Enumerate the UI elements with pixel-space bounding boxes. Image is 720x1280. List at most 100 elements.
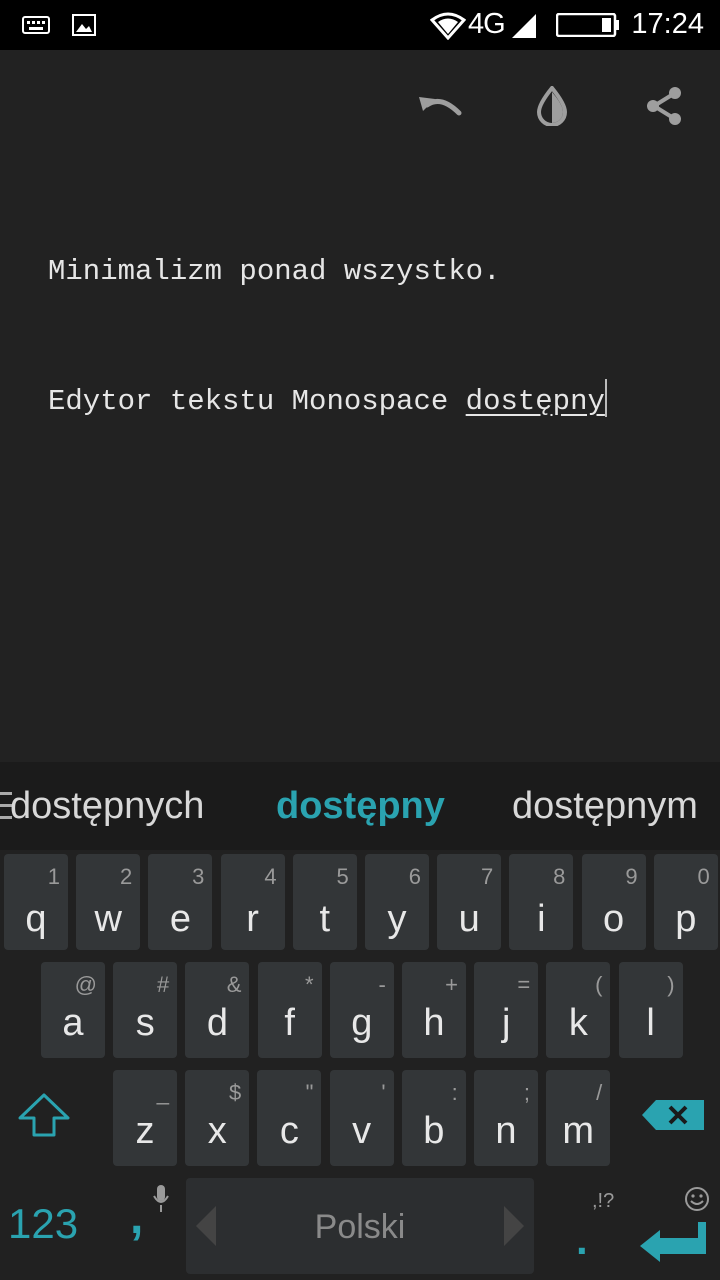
enter-icon bbox=[638, 1222, 710, 1266]
key-x[interactable]: $ x bbox=[185, 1070, 250, 1166]
key-hint: 1 bbox=[47, 864, 60, 889]
shift-key[interactable] bbox=[16, 1092, 80, 1152]
key-u[interactable]: 7u bbox=[437, 854, 502, 950]
key-hint: _ bbox=[156, 1080, 169, 1105]
key-label: i bbox=[537, 898, 546, 940]
key-c[interactable]: " c bbox=[257, 1070, 322, 1166]
key-label: p bbox=[675, 898, 697, 940]
key-label: c bbox=[279, 1110, 299, 1152]
symbols-key[interactable]: 123 bbox=[8, 1200, 78, 1248]
key-hint: 5 bbox=[336, 864, 349, 889]
key-label: q bbox=[25, 898, 47, 940]
key-label: m bbox=[562, 1110, 595, 1152]
key-t[interactable]: 5t bbox=[292, 854, 357, 950]
key-b[interactable]: :b bbox=[401, 1070, 466, 1166]
key-label: x bbox=[207, 1110, 227, 1152]
suggestion-right[interactable]: dostępnym bbox=[512, 762, 698, 850]
key-m[interactable]: / m bbox=[546, 1070, 611, 1166]
key-hint: 6 bbox=[408, 864, 421, 889]
enter-key[interactable] bbox=[638, 1220, 710, 1266]
battery-icon bbox=[555, 12, 620, 42]
soft-keyboard: 1q2w3e4r5t6y7u8i9o0p @ a # s & d * f - g + h = j(k) l … bbox=[0, 850, 720, 1280]
theme-contrast-icon bbox=[535, 84, 569, 131]
share-icon bbox=[644, 85, 684, 132]
key-label: l bbox=[646, 1002, 655, 1044]
comma-key[interactable]: , bbox=[120, 1180, 176, 1260]
key-n[interactable]: ; n bbox=[474, 1070, 538, 1166]
clock: 17:24 bbox=[631, 8, 704, 40]
suggestion-strip: dostępnych dostępny dostępnym bbox=[0, 762, 720, 850]
key-hint: = bbox=[517, 972, 531, 997]
emoji-icon[interactable] bbox=[684, 1186, 710, 1217]
key-f[interactable]: * f bbox=[257, 962, 322, 1058]
key-hint: / bbox=[596, 1080, 603, 1105]
key-label: b bbox=[423, 1110, 445, 1152]
key-j[interactable]: = j bbox=[474, 962, 539, 1058]
key-hint: ; bbox=[523, 1080, 530, 1105]
key-hint: 2 bbox=[119, 864, 133, 889]
text-cursor bbox=[604, 379, 607, 417]
key-label: n bbox=[495, 1110, 517, 1152]
key-label: f bbox=[284, 1002, 295, 1044]
key-g[interactable]: -g bbox=[329, 962, 394, 1058]
key-hint: " bbox=[305, 1080, 314, 1105]
key-label: g bbox=[351, 1002, 373, 1044]
key-label: j bbox=[501, 1002, 511, 1044]
key-i[interactable]: 8i bbox=[509, 854, 574, 950]
key-hint: 0 bbox=[697, 864, 710, 889]
language-right-arrow-icon bbox=[504, 1206, 526, 1251]
period-key[interactable]: ,!? . bbox=[554, 1180, 620, 1270]
key-a[interactable]: @ a bbox=[41, 962, 105, 1058]
key-hint: ) bbox=[667, 972, 675, 997]
key-label: d bbox=[206, 1002, 228, 1044]
key-label: z bbox=[135, 1110, 155, 1152]
key-o[interactable]: 9o bbox=[581, 854, 646, 950]
key-hint: + bbox=[445, 972, 458, 997]
key-hint: 3 bbox=[192, 864, 205, 889]
network-type: 4G bbox=[468, 8, 506, 40]
key-label: k bbox=[568, 1002, 588, 1044]
suggestion-left[interactable]: dostępnych bbox=[10, 762, 204, 850]
key-y[interactable]: 6y bbox=[365, 854, 429, 950]
key-hint: @ bbox=[74, 972, 97, 997]
keyboard-notification-icon bbox=[22, 16, 50, 39]
key-k[interactable]: (k bbox=[546, 962, 611, 1058]
undo-button[interactable] bbox=[412, 80, 468, 136]
key-v[interactable]: ' v bbox=[329, 1070, 394, 1166]
key-h[interactable]: + h bbox=[402, 962, 466, 1058]
image-notification-icon bbox=[72, 14, 96, 41]
period-hint: ,!? bbox=[592, 1190, 615, 1212]
key-l[interactable]: ) l bbox=[618, 962, 683, 1058]
key-hint: 9 bbox=[625, 864, 638, 889]
key-e[interactable]: 3e bbox=[148, 854, 213, 950]
signal-icon bbox=[510, 12, 538, 45]
text-editor[interactable]: Minimalizm ponad wszystko. Edytor tekstu… bbox=[48, 164, 688, 466]
status-bar: 4G 17:24 bbox=[0, 0, 720, 50]
key-r[interactable]: 4r bbox=[220, 854, 285, 950]
key-hint: ' bbox=[381, 1080, 386, 1105]
key-hint: ( bbox=[595, 972, 603, 997]
key-s[interactable]: # s bbox=[113, 962, 178, 1058]
undo-icon bbox=[417, 91, 463, 126]
suggestion-center[interactable]: dostępny bbox=[276, 762, 445, 850]
key-hint: - bbox=[378, 972, 386, 997]
key-label: t bbox=[319, 898, 331, 940]
key-d[interactable]: & d bbox=[185, 962, 250, 1058]
key-label: o bbox=[603, 898, 625, 940]
share-button[interactable] bbox=[636, 80, 692, 136]
key-label: h bbox=[423, 1002, 445, 1044]
key-label: a bbox=[62, 1002, 84, 1044]
shift-icon bbox=[16, 1093, 72, 1142]
space-key[interactable]: Polski bbox=[186, 1178, 534, 1274]
key-z[interactable]: _ z bbox=[113, 1070, 177, 1166]
key-w[interactable]: 2w bbox=[76, 854, 141, 950]
key-label: u bbox=[458, 898, 480, 940]
key-p[interactable]: 0p bbox=[653, 854, 718, 950]
key-hint: 4 bbox=[264, 864, 277, 889]
key-label: v bbox=[352, 1110, 372, 1152]
editor-line-2-text: Edytor tekstu Monospace bbox=[48, 385, 466, 418]
backspace-key[interactable] bbox=[640, 1098, 706, 1138]
theme-toggle-button[interactable] bbox=[524, 80, 580, 136]
comma-label: , bbox=[130, 1191, 144, 1244]
key-q[interactable]: 1q bbox=[4, 854, 68, 950]
